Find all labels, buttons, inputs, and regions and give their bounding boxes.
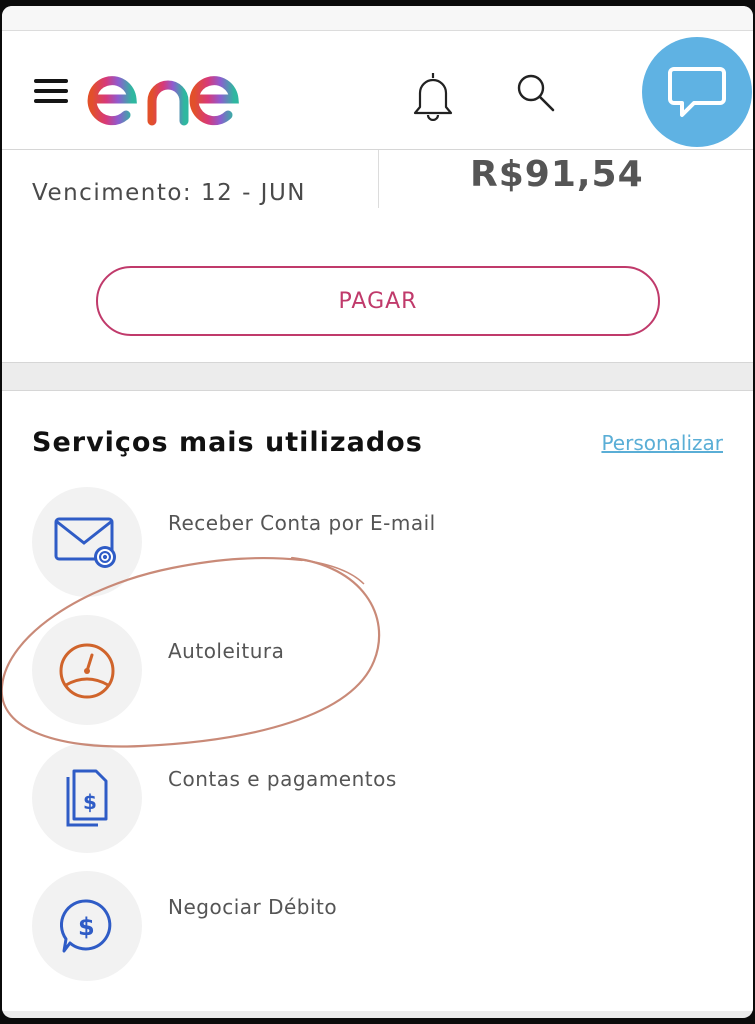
service-item-negotiate-debt[interactable]: $ Negociar Débito xyxy=(2,871,753,987)
service-item-email-bill[interactable]: Receber Conta por E-mail xyxy=(2,487,753,603)
service-icon-circle: $ xyxy=(32,871,142,981)
hamburger-menu-icon[interactable] xyxy=(34,79,70,105)
chat-button[interactable] xyxy=(642,37,752,147)
app-screen: Vencimento: 12 - JUN R$91,54 PAGAR Servi… xyxy=(2,6,753,1018)
service-icon-circle xyxy=(32,615,142,725)
service-item-bills-payments[interactable]: $ Contas e pagamentos xyxy=(2,743,753,859)
chat-bubble-icon xyxy=(668,67,726,117)
meter-gauge-icon xyxy=(59,643,115,699)
app-header xyxy=(2,31,753,150)
service-label: Negociar Débito xyxy=(168,895,338,919)
search-icon[interactable] xyxy=(514,71,558,119)
pay-button[interactable]: PAGAR xyxy=(96,266,660,336)
service-label: Contas e pagamentos xyxy=(168,767,397,791)
service-icon-circle xyxy=(32,487,142,597)
dollar-chat-icon: $ xyxy=(59,899,112,953)
bell-icon[interactable] xyxy=(410,69,456,125)
service-label: Autoleitura xyxy=(168,639,285,663)
svg-text:$: $ xyxy=(78,913,95,941)
customize-link[interactable]: Personalizar xyxy=(601,431,723,455)
due-date: Vencimento: 12 - JUN xyxy=(32,180,307,206)
status-strip xyxy=(2,6,753,31)
bill-amount: R$91,54 xyxy=(470,154,644,195)
service-label: Receber Conta por E-mail xyxy=(168,511,436,535)
enel-logo[interactable] xyxy=(86,49,276,133)
service-icon-circle: $ xyxy=(32,743,142,853)
services-title: Serviços mais utilizados xyxy=(32,427,423,458)
invoice-icon: $ xyxy=(66,769,108,827)
email-icon xyxy=(54,517,116,568)
services-card: Serviços mais utilizados Personalizar Re… xyxy=(2,390,753,1011)
divider xyxy=(378,150,379,208)
svg-text:$: $ xyxy=(83,790,97,814)
service-item-self-reading[interactable]: Autoleitura xyxy=(2,615,753,731)
bill-card: Vencimento: 12 - JUN R$91,54 PAGAR xyxy=(2,150,753,363)
